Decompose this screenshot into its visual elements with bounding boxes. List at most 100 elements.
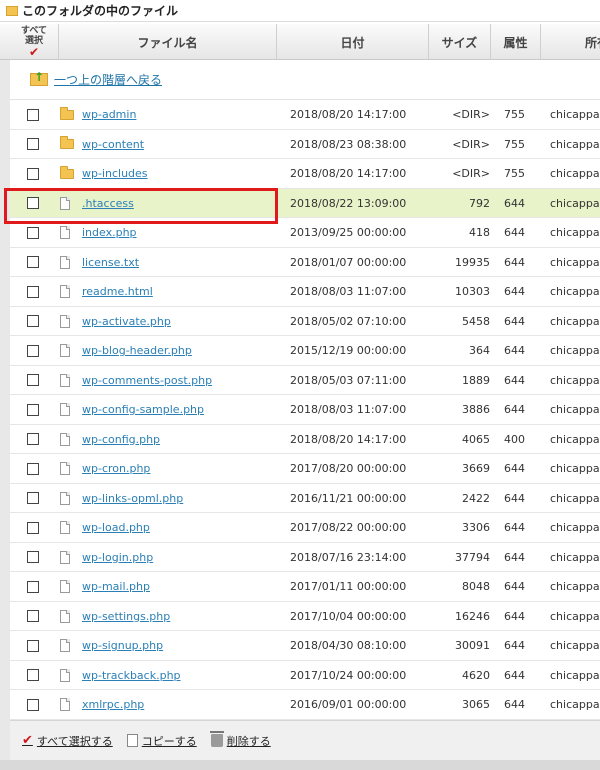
file-name-link[interactable]: wp-includes [82,167,148,180]
table-row[interactable]: wp-includes 2018/08/20 14:17:00 <DIR> 75… [10,159,600,189]
row-checkbox-cell[interactable] [27,661,41,690]
file-name-link[interactable]: wp-cron.php [82,462,150,475]
table-row[interactable]: wp-admin 2018/08/20 14:17:00 <DIR> 755 c… [10,100,600,130]
table-row[interactable]: wp-comments-post.php 2018/05/03 07:11:00… [10,365,600,395]
file-owner: chicappa [550,550,600,564]
copy-button[interactable]: コピーする [126,733,197,749]
table-row[interactable]: wp-content 2018/08/23 08:38:00 <DIR> 755… [10,129,600,159]
file-name-link[interactable]: wp-activate.php [82,315,171,328]
row-checkbox[interactable] [27,167,39,180]
row-checkbox[interactable] [27,315,39,327]
table-row[interactable]: index.php 2013/09/25 00:00:00 418 644 ch… [10,218,600,248]
table-row[interactable]: wp-mail.php 2017/01/11 00:00:00 8048 644… [10,572,600,602]
row-checkbox-cell[interactable] [27,159,41,188]
row-checkbox-cell[interactable] [27,454,41,483]
table-row[interactable]: wp-config.php 2018/08/20 14:17:00 4065 4… [10,424,600,454]
row-checkbox-cell[interactable] [27,602,41,631]
file-name-link[interactable]: wp-config.php [82,433,160,446]
column-header-owner[interactable]: 所有 [540,24,600,60]
row-checkbox-cell[interactable] [27,366,41,395]
file-name-link[interactable]: wp-content [82,138,144,151]
row-checkbox[interactable] [27,108,39,121]
file-name-link[interactable]: wp-links-opml.php [82,492,183,505]
row-checkbox-cell[interactable] [27,130,41,159]
parent-folder-link[interactable]: 一つ上の階層へ戻る [54,71,162,88]
row-checkbox[interactable] [27,492,39,504]
file-name-link[interactable]: .htaccess [82,197,134,210]
row-checkbox-cell[interactable] [27,189,41,218]
row-checkbox-cell[interactable] [27,572,41,601]
row-checkbox[interactable] [27,610,39,622]
table-row[interactable]: wp-blog-header.php 2015/12/19 00:00:00 3… [10,336,600,366]
row-checkbox-cell[interactable] [27,277,41,306]
row-checkbox[interactable] [27,433,39,445]
table-row[interactable]: readme.html 2018/08/03 11:07:00 10303 64… [10,277,600,307]
folder-up-icon[interactable] [30,70,48,86]
file-permission: 644 [504,314,525,328]
table-row[interactable]: wp-activate.php 2018/05/02 07:10:00 5458… [10,306,600,336]
file-owner: chicappa [550,609,600,623]
column-header-size[interactable]: サイズ [428,24,490,60]
file-name-link[interactable]: xmlrpc.php [82,698,144,711]
table-row[interactable]: .htaccess 2018/08/22 13:09:00 792 644 ch… [10,188,600,218]
row-checkbox-cell[interactable] [27,543,41,572]
column-header-date[interactable]: 日付 [276,24,428,60]
row-checkbox[interactable] [27,698,39,711]
table-row[interactable]: xmlrpc.php 2016/09/01 00:00:00 3065 644 … [10,690,600,720]
row-checkbox-cell[interactable] [27,307,41,336]
row-checkbox[interactable] [27,462,39,475]
file-name-link[interactable]: wp-settings.php [82,610,170,623]
file-name-link[interactable]: wp-load.php [82,521,150,534]
table-row[interactable]: license.txt 2018/01/07 00:00:00 19935 64… [10,247,600,277]
select-all-button[interactable]: ✔ すべて選択する [22,733,113,749]
file-name-link[interactable]: wp-mail.php [82,580,150,593]
file-name-link[interactable]: license.txt [82,256,139,269]
row-checkbox[interactable] [27,551,39,563]
file-name-link[interactable]: wp-signup.php [82,639,163,652]
table-row[interactable]: wp-signup.php 2018/04/30 08:10:00 30091 … [10,631,600,661]
file-name-link[interactable]: wp-trackback.php [82,669,181,682]
file-name-link[interactable]: index.php [82,226,137,239]
delete-button[interactable]: 削除する [209,731,271,749]
file-icon [60,314,70,328]
file-name-link[interactable]: wp-admin [82,108,136,121]
row-checkbox[interactable] [27,285,39,298]
file-name-link[interactable]: wp-config-sample.php [82,403,204,416]
select-all-header[interactable]: すべて 選択 ✔ [10,24,58,60]
row-checkbox[interactable] [27,669,39,681]
row-checkbox[interactable] [27,344,39,357]
row-checkbox-cell[interactable] [27,631,41,660]
row-checkbox[interactable] [27,138,39,150]
table-row[interactable]: wp-trackback.php 2017/10/24 00:00:00 462… [10,660,600,690]
table-row[interactable]: wp-links-opml.php 2016/11/21 00:00:00 24… [10,483,600,513]
table-row[interactable]: wp-login.php 2018/07/16 23:14:00 37794 6… [10,542,600,572]
row-checkbox[interactable] [27,403,39,416]
row-checkbox-cell[interactable] [27,690,41,719]
row-checkbox[interactable] [27,256,39,268]
table-header: すべて 選択 ✔ ファイル名 日付 サイズ 属性 所有 [0,24,600,60]
file-name-link[interactable]: wp-login.php [82,551,153,564]
row-checkbox[interactable] [27,580,39,593]
column-header-perm[interactable]: 属性 [490,24,540,60]
row-checkbox-cell[interactable] [27,248,41,277]
row-checkbox-cell[interactable] [27,336,41,365]
row-checkbox-cell[interactable] [27,425,41,454]
column-header-name[interactable]: ファイル名 [58,24,276,60]
row-checkbox-cell[interactable] [27,513,41,542]
table-row[interactable]: wp-cron.php 2017/08/20 00:00:00 3669 644… [10,454,600,484]
file-name-link[interactable]: wp-comments-post.php [82,374,212,387]
row-checkbox[interactable] [27,639,39,652]
row-checkbox[interactable] [27,521,39,534]
row-checkbox[interactable] [27,197,39,209]
file-name-link[interactable]: wp-blog-header.php [82,344,192,357]
row-checkbox[interactable] [27,374,39,386]
row-checkbox-cell[interactable] [27,218,41,247]
row-checkbox[interactable] [27,226,39,239]
row-checkbox-cell[interactable] [27,100,41,129]
file-name-link[interactable]: readme.html [82,285,153,298]
table-row[interactable]: wp-load.php 2017/08/22 00:00:00 3306 644… [10,513,600,543]
table-row[interactable]: wp-settings.php 2017/10/04 00:00:00 1624… [10,601,600,631]
row-checkbox-cell[interactable] [27,484,41,513]
table-row[interactable]: wp-config-sample.php 2018/08/03 11:07:00… [10,395,600,425]
row-checkbox-cell[interactable] [27,395,41,424]
